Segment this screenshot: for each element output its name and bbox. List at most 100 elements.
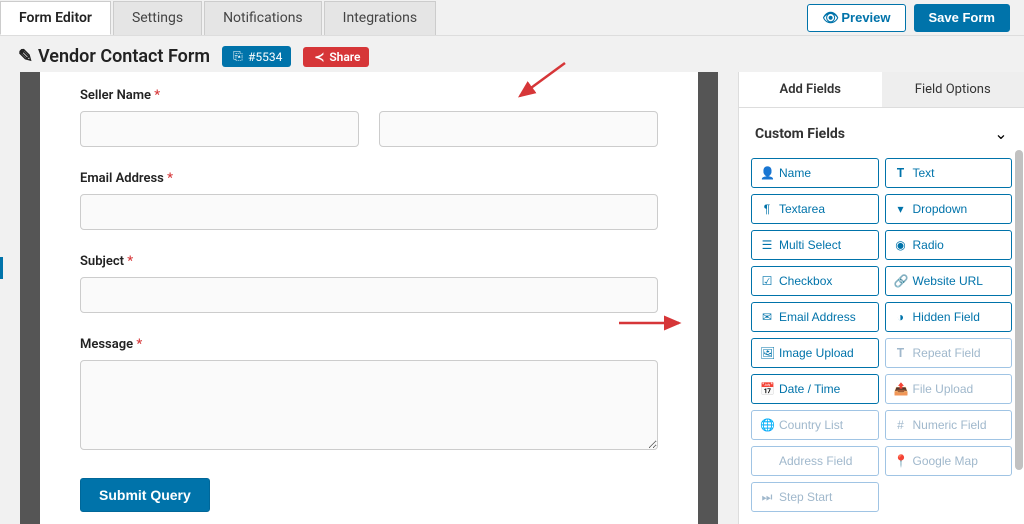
field-btn-label: Textarea (779, 202, 825, 216)
heading-custom-fields[interactable]: Custom Fields ⌄ (751, 116, 1012, 152)
field-btn-icon: 🔗 (894, 274, 908, 288)
message-textarea[interactable] (80, 360, 658, 450)
form-canvas[interactable]: Seller Name * Email Address * Subject (40, 72, 698, 524)
required-marker: * (154, 88, 160, 103)
tab-field-options[interactable]: Field Options (882, 72, 1024, 107)
field-btn-label: Step Start (779, 490, 832, 504)
field-btn-google-map: 📍 Google Map (885, 446, 1013, 476)
scrollbar-thumb[interactable] (1015, 150, 1023, 470)
field-email[interactable]: Email Address * (80, 171, 658, 230)
share-icon: ≺ (312, 50, 326, 64)
field-btn-icon: 📤 (894, 382, 908, 396)
field-btn-website-url[interactable]: 🔗Website URL (885, 266, 1013, 296)
custom-fields-grid: 👤 Name 𝐓 Text ¶ Textarea ▾ Dropdown ☰ Multi Selec… (751, 152, 1012, 524)
field-btn-label: Multi Select (779, 238, 841, 252)
preview-label: Preview (841, 10, 890, 25)
field-btn-file-upload: 📤 File Upload (885, 374, 1013, 404)
seller-last-name-input[interactable] (379, 111, 658, 147)
field-btn-label: Country List (779, 418, 843, 432)
save-form-button[interactable]: Save Form (914, 4, 1010, 32)
submit-button[interactable]: Submit Query (80, 478, 210, 512)
editor-frame-left (20, 72, 40, 524)
required-marker: * (167, 171, 173, 186)
form-id-text: #5534 (248, 50, 282, 64)
top-actions: 👁 Preview Save Form (807, 4, 1024, 32)
field-btn-icon: ☰ (760, 238, 774, 252)
editor-frame: Seller Name * Email Address * Subject (20, 72, 718, 524)
sidebar-content: Custom Fields ⌄ 👤 Name 𝐓 Text ¶ Textarea ▾ Drop… (739, 108, 1024, 524)
field-btn-multi-select[interactable]: ☰ Multi Select (751, 230, 879, 260)
field-btn-icon: ¶ (760, 202, 774, 216)
field-btn-image-upload[interactable]: 🖼 Image Upload (751, 338, 879, 368)
field-btn-label: Numeric Field (913, 418, 987, 432)
field-message[interactable]: Message * (80, 337, 658, 454)
left-edge-marker (0, 257, 3, 279)
eye-icon: 👁 (822, 10, 836, 26)
field-btn-date-time[interactable]: 📅Date / Time (751, 374, 879, 404)
section-custom-fields: Custom Fields ⌄ 👤 Name 𝐓 Text ¶ Textarea ▾ Drop… (751, 116, 1012, 524)
field-btn-icon: 📍 (894, 454, 908, 468)
field-btn-icon: # (894, 418, 908, 432)
chevron-down-icon: ⌄ (994, 124, 1008, 144)
field-btn-label: Text (913, 166, 935, 180)
field-btn-icon: ▾ (894, 202, 908, 216)
share-button[interactable]: ≺ Share (303, 47, 369, 67)
editor-frame-right (698, 72, 718, 524)
field-btn-name[interactable]: 👤 Name (751, 158, 879, 188)
field-btn-label: Name (779, 166, 811, 180)
top-bar: Form Editor Settings Notifications Integ… (0, 0, 1024, 36)
field-btn-label: Checkbox (779, 274, 832, 288)
field-btn-icon: ✉ (760, 310, 774, 324)
tab-form-editor[interactable]: Form Editor (0, 1, 111, 35)
form-title: ✎ Vendor Contact Form (18, 46, 210, 67)
field-btn-text[interactable]: 𝐓 Text (885, 158, 1013, 188)
workspace: Seller Name * Email Address * Subject (0, 72, 1024, 524)
field-btn-label: File Upload (913, 382, 974, 396)
field-btn-icon: ⏭ (760, 490, 774, 505)
email-input[interactable] (80, 194, 658, 230)
field-btn-icon: ☑ (760, 274, 774, 288)
field-btn-repeat-field: 𝐓 Repeat Field (885, 338, 1013, 368)
tab-integrations[interactable]: Integrations (324, 1, 436, 35)
field-btn-address-field: Address Field (751, 446, 879, 476)
field-btn-step-start: ⏭ Step Start (751, 482, 879, 512)
field-btn-icon: 👤 (760, 166, 774, 180)
field-btn-icon: 🌐 (760, 418, 774, 432)
field-btn-icon: 🖼 (760, 346, 774, 360)
title-bar: ✎ Vendor Contact Form ⎘ #5534 ≺ Share (0, 36, 1024, 77)
scrollbar[interactable] (1014, 144, 1024, 524)
tab-add-fields[interactable]: Add Fields (739, 72, 882, 107)
subject-input[interactable] (80, 277, 658, 313)
pencil-icon[interactable]: ✎ (18, 46, 32, 67)
field-btn-dropdown[interactable]: ▾ Dropdown (885, 194, 1013, 224)
field-btn-numeric-field: # Numeric Field (885, 410, 1013, 440)
field-btn-label: Date / Time (779, 382, 840, 396)
preview-button[interactable]: 👁 Preview (807, 4, 905, 32)
required-marker: * (136, 337, 142, 352)
field-btn-hidden-field[interactable]: ◑Hidden Field (885, 302, 1013, 332)
field-btn-label: Address Field (779, 454, 852, 468)
field-subject[interactable]: Subject * (80, 254, 658, 313)
field-seller-name[interactable]: Seller Name * (80, 88, 658, 147)
field-btn-label: Google Map (913, 454, 978, 468)
field-btn-label: Repeat Field (913, 346, 981, 360)
field-btn-icon: 𝐓 (894, 166, 908, 181)
form-id-badge[interactable]: ⎘ #5534 (222, 46, 291, 67)
tab-settings[interactable]: Settings (113, 1, 202, 35)
heading-custom-fields-label: Custom Fields (755, 126, 845, 142)
share-label: Share (329, 50, 360, 64)
seller-first-name-input[interactable] (80, 111, 359, 147)
tab-notifications[interactable]: Notifications (204, 1, 322, 35)
field-btn-label: Dropdown (913, 202, 968, 216)
field-btn-icon: ◉ (894, 238, 908, 252)
field-btn-label: Hidden Field (913, 310, 980, 324)
field-btn-label: Image Upload (779, 346, 854, 360)
label-seller-name: Seller Name * (80, 88, 658, 103)
field-btn-checkbox[interactable]: ☑ Checkbox (751, 266, 879, 296)
field-btn-radio[interactable]: ◉Radio (885, 230, 1013, 260)
field-btn-email-address[interactable]: ✉Email Address (751, 302, 879, 332)
label-email: Email Address * (80, 171, 658, 186)
field-btn-icon: 𝐓 (894, 346, 908, 361)
form-title-text: Vendor Contact Form (38, 46, 210, 67)
field-btn-textarea[interactable]: ¶ Textarea (751, 194, 879, 224)
